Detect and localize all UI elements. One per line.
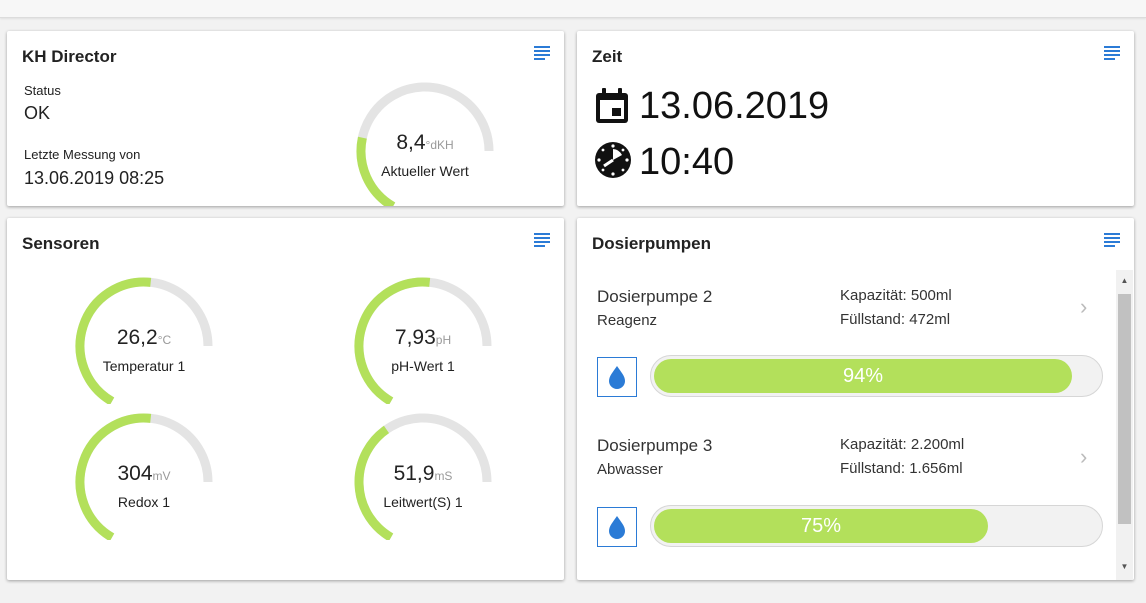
menu-icon[interactable] <box>534 45 550 61</box>
gauge-number: 8,4 <box>396 131 426 154</box>
pump-level: Füllstand: 472ml <box>840 311 951 328</box>
gauge-value: 304mV <box>70 462 218 486</box>
gauge-caption: Leitwert(S) 1 <box>383 494 463 510</box>
water-drop-icon <box>609 366 625 389</box>
water-drop-icon <box>609 516 625 539</box>
pump-type: Abwasser <box>597 461 663 478</box>
menu-icon[interactable] <box>1104 232 1120 248</box>
gauge-number: 7,93 <box>394 326 436 349</box>
fill-level-bar: 75% <box>650 505 1103 547</box>
card-title: Dosierpumpen <box>592 234 712 253</box>
pump-name: Dosierpumpe 3 <box>597 436 713 455</box>
gauge-value: 7,93pH <box>349 326 497 350</box>
date-value: 13.06.2019 <box>639 85 830 127</box>
fill-level-bar: 94% <box>650 355 1103 397</box>
time-value: 10:40 <box>639 141 735 183</box>
scrollbar[interactable]: ▲ ▼ <box>1116 270 1133 580</box>
sensoren-card: Sensoren 26,2°C Temperatur 1 7,93pH pH-Wer… <box>7 218 564 580</box>
pump-capacity: Kapazität: 500ml <box>840 287 952 304</box>
pump-name: Dosierpumpe 2 <box>597 287 713 306</box>
menu-icon[interactable] <box>534 232 550 248</box>
calendar-icon <box>596 88 628 123</box>
top-bar <box>0 0 1146 18</box>
gauge-caption: Temperatur 1 <box>102 358 186 374</box>
zeit-card: Zeit 13.06.2019 10:40 <box>577 31 1134 206</box>
status-label: Status <box>24 83 61 98</box>
gauge-value: 51,9mS <box>349 462 497 486</box>
gauge-caption: pH-Wert 1 <box>391 358 455 374</box>
gauge-unit: mS <box>434 469 453 483</box>
clock-icon <box>595 142 631 178</box>
gauge-unit: pH <box>435 333 452 347</box>
last-measurement-label: Letzte Messung von <box>24 147 141 162</box>
kh-gauge: 8,4°dKH Aktueller Wert <box>351 79 499 206</box>
gauge-number: 26,2 <box>116 326 158 349</box>
status-value: OK <box>24 103 51 123</box>
redox-gauge: 304mV Redox 1 <box>70 410 218 540</box>
gauge-unit: °dKH <box>425 138 454 152</box>
gauge-unit: °C <box>157 333 172 347</box>
scroll-up-arrow[interactable]: ▲ <box>1116 274 1133 288</box>
dosierpumpen-card: Dosierpumpen Dosierpumpe 2 Reagenz Kapaz… <box>577 218 1134 580</box>
fill-level-bar-fill: 94% <box>654 359 1072 393</box>
card-title: Sensoren <box>22 234 100 253</box>
conductivity-gauge: 51,9mS Leitwert(S) 1 <box>349 410 497 540</box>
ph-gauge: 7,93pH pH-Wert 1 <box>349 274 497 404</box>
dose-button[interactable] <box>597 357 637 397</box>
kh-director-card: KH Director Status OK Letzte Messung von… <box>7 31 564 206</box>
dose-button[interactable] <box>597 507 637 547</box>
gauge-caption: Aktueller Wert <box>381 163 469 179</box>
temperature-gauge: 26,2°C Temperatur 1 <box>70 274 218 404</box>
chevron-right-icon[interactable]: › <box>1080 294 1087 320</box>
pump-level: Füllstand: 1.656ml <box>840 460 963 477</box>
gauge-unit: mV <box>152 469 171 483</box>
card-title: Zeit <box>592 47 623 66</box>
gauge-number: 304 <box>117 462 153 485</box>
fill-level-bar-fill: 75% <box>654 509 988 543</box>
card-title: KH Director <box>22 47 117 66</box>
pump-type: Reagenz <box>597 312 658 329</box>
pump-capacity: Kapazität: 2.200ml <box>840 436 965 453</box>
gauge-value: 26,2°C <box>70 326 218 350</box>
gauge-value: 8,4°dKH <box>351 131 499 155</box>
scroll-down-arrow[interactable]: ▼ <box>1116 560 1133 574</box>
scrollbar-thumb[interactable] <box>1118 294 1131 524</box>
last-measurement-value: 13.06.2019 08:25 <box>24 168 165 188</box>
chevron-right-icon[interactable]: › <box>1080 444 1087 470</box>
gauge-caption: Redox 1 <box>117 494 171 510</box>
menu-icon[interactable] <box>1104 45 1120 61</box>
gauge-number: 51,9 <box>393 462 435 485</box>
